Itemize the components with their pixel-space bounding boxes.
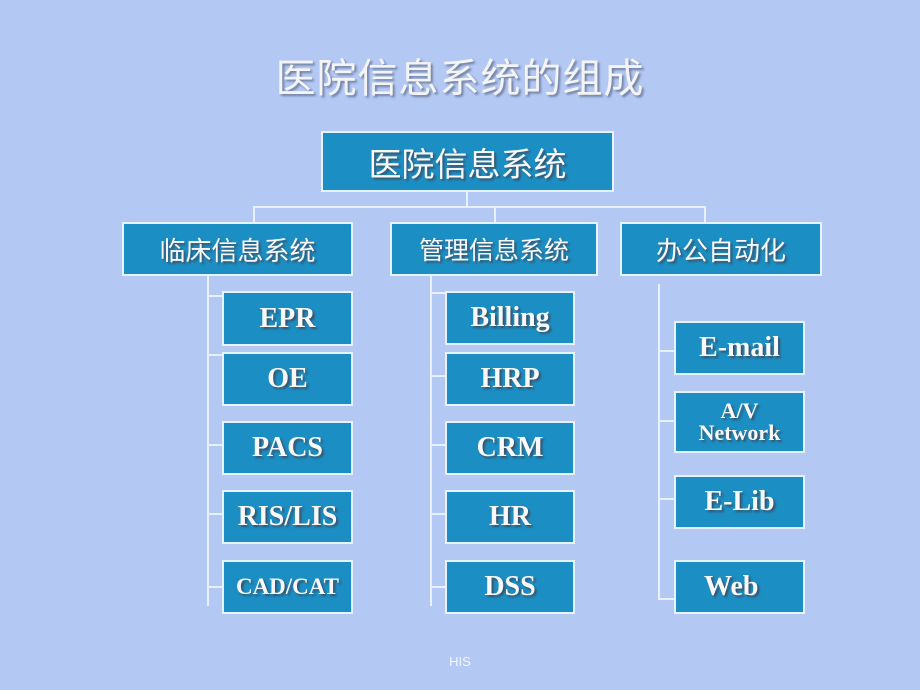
leaf-node-web: Web xyxy=(674,560,805,614)
leaf-node-elib: E-Lib xyxy=(674,475,805,529)
connector-branch-2 xyxy=(494,206,496,222)
leaf-node-hrp: HRP xyxy=(445,352,575,406)
branch-node-management: 管理信息系统 xyxy=(390,222,598,276)
leaf-node-dss: DSS xyxy=(445,560,575,614)
connector-stub xyxy=(658,350,675,352)
connector-stub xyxy=(658,420,675,422)
branch-label: 临床信息系统 xyxy=(159,236,316,267)
slide-title: 医院信息系统的组成 xyxy=(275,56,645,102)
branch-node-office-automation: 办公自动化 xyxy=(620,222,822,276)
leaf-node-ris-lis: RIS/LIS xyxy=(222,490,353,544)
leaf-node-crm: CRM xyxy=(445,421,575,475)
leaf-node-hr: HR xyxy=(445,490,575,544)
leaf-node-oe: OE xyxy=(222,352,353,406)
leaf-label: EPR xyxy=(259,302,316,334)
leaf-label: Web xyxy=(704,571,759,602)
leaf-label-line-1: A/V xyxy=(720,398,759,423)
root-node-label: 医院信息系统 xyxy=(368,144,567,184)
leaf-label: CAD/CAT xyxy=(235,574,340,599)
leaf-node-billing: Billing xyxy=(445,291,575,345)
leaf-label: DSS xyxy=(484,571,536,602)
leaf-label: E-mail xyxy=(699,332,780,363)
branch-node-clinical: 临床信息系统 xyxy=(122,222,353,276)
connector-branch-1 xyxy=(253,206,255,222)
leaf-label: E-Lib xyxy=(704,486,775,517)
branch-label: 管理信息系统 xyxy=(418,236,569,265)
branch-label: 办公自动化 xyxy=(655,236,786,267)
leaf-label: HRP xyxy=(480,363,540,394)
connector-branch-3 xyxy=(704,206,706,222)
leaf-node-pacs: PACS xyxy=(222,421,353,475)
leaf-label-line-2: Network xyxy=(698,420,781,445)
connector-stub xyxy=(658,498,675,500)
leaf-label: PACS xyxy=(251,432,324,463)
leaf-label: Billing xyxy=(470,302,550,333)
connector-clinical-spine xyxy=(207,276,209,606)
leaf-label: RIS/LIS xyxy=(237,501,338,532)
leaf-label: CRM xyxy=(476,432,544,463)
connector-office-spine xyxy=(658,284,660,600)
connector-management-spine xyxy=(430,276,432,606)
leaf-node-cad-cat: CAD/CAT xyxy=(222,560,353,614)
leaf-label: OE xyxy=(267,363,308,394)
root-node: 医院信息系统 xyxy=(321,131,614,192)
leaf-node-email: E-mail xyxy=(674,321,805,375)
connector-root-vertical xyxy=(466,192,468,207)
leaf-label: HR xyxy=(489,501,531,532)
slide-footer: HIS xyxy=(449,654,471,669)
leaf-node-epr: EPR xyxy=(222,291,353,346)
connector-branch-horizontal xyxy=(253,206,706,208)
leaf-node-av-network: A/V Network xyxy=(674,391,805,453)
